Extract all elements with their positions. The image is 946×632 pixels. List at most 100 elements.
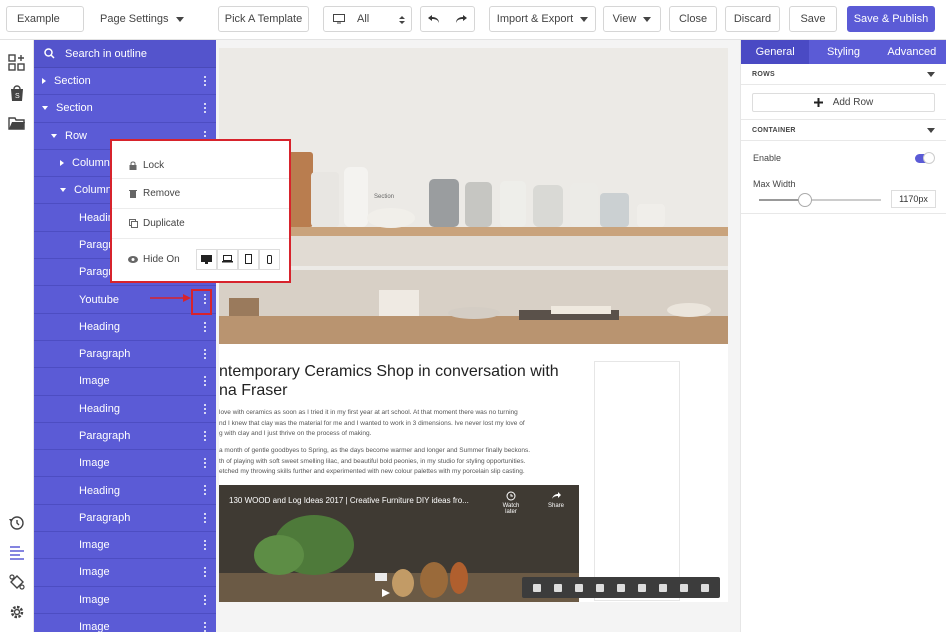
more-options-icon[interactable] bbox=[202, 76, 208, 88]
more-options-icon[interactable] bbox=[202, 458, 208, 470]
section-label: Section bbox=[374, 194, 394, 200]
more-options-icon[interactable] bbox=[202, 376, 208, 388]
more-options-icon[interactable] bbox=[202, 567, 208, 579]
trash-icon[interactable] bbox=[574, 583, 583, 592]
max-width-slider[interactable] bbox=[759, 193, 881, 207]
article-paragraph-1[interactable]: love with ceramics as soon as I tried it… bbox=[219, 408, 579, 440]
slider-knob[interactable] bbox=[798, 193, 813, 207]
search-icon bbox=[44, 48, 55, 59]
remove-menu-item[interactable]: Remove bbox=[112, 179, 289, 209]
save-icon[interactable] bbox=[638, 583, 647, 592]
chevron-right-icon[interactable] bbox=[42, 78, 46, 85]
container-section-header[interactable]: CONTAINER bbox=[741, 120, 946, 141]
outline-item-label: Column bbox=[74, 184, 112, 197]
outline-item-label: Section bbox=[56, 102, 93, 115]
enable-toggle[interactable] bbox=[915, 152, 935, 164]
more-options-icon[interactable] bbox=[202, 348, 208, 361]
article-title[interactable]: ntemporary Ceramics Shop in conversation… bbox=[219, 362, 589, 400]
outline-item-paragraph[interactable]: Paragraph bbox=[34, 505, 216, 533]
outline-icon[interactable] bbox=[8, 543, 26, 561]
pick-template-button[interactable]: Pick A Template bbox=[218, 6, 309, 32]
lock-menu-item[interactable]: Lock bbox=[112, 153, 289, 179]
undo-icon[interactable] bbox=[428, 14, 440, 24]
outline-item-image[interactable]: Image bbox=[34, 450, 216, 478]
share-button[interactable]: Share bbox=[544, 491, 568, 509]
history-icon[interactable] bbox=[8, 514, 26, 532]
close-button[interactable]: Close bbox=[669, 6, 717, 32]
chevron-down-icon[interactable] bbox=[42, 106, 48, 111]
watch-later-button[interactable]: Watch later bbox=[499, 491, 523, 515]
more-options-icon[interactable] bbox=[202, 430, 208, 443]
hide-desktop-button[interactable] bbox=[195, 248, 217, 270]
more-options-icon[interactable] bbox=[202, 485, 208, 497]
chevron-right-icon[interactable] bbox=[60, 160, 64, 167]
copy-icon[interactable] bbox=[553, 583, 562, 592]
outline-item-label: Heading bbox=[79, 484, 120, 497]
hide-on-devices bbox=[195, 248, 280, 270]
outline-item-heading[interactable]: Heading bbox=[34, 396, 216, 423]
gear-icon[interactable] bbox=[8, 603, 26, 621]
outline-search[interactable]: Search in outline bbox=[34, 40, 216, 68]
tab-advanced[interactable]: Advanced bbox=[877, 40, 946, 64]
article-paragraph-2[interactable]: a month of gentle goodbyes to Spring, as… bbox=[219, 446, 579, 478]
outline-item-paragraph[interactable]: Paragraph bbox=[34, 423, 216, 451]
pick-template-label: Pick A Template bbox=[224, 13, 303, 25]
outline-item-image[interactable]: Image bbox=[34, 559, 216, 587]
outline-item-image[interactable]: Image bbox=[34, 368, 216, 396]
sidebar-column[interactable] bbox=[594, 361, 680, 601]
page-name-input[interactable]: Example bbox=[6, 6, 84, 32]
outline-item-paragraph[interactable]: Paragraph bbox=[34, 341, 216, 369]
move-icon[interactable] bbox=[532, 583, 541, 592]
more-options-icon[interactable] bbox=[202, 103, 208, 115]
hide-mobile-button[interactable] bbox=[258, 248, 280, 270]
pointer-arrow-icon bbox=[150, 294, 191, 302]
chevron-down-icon[interactable] bbox=[60, 188, 66, 193]
shopify-bag-icon[interactable]: S bbox=[8, 84, 26, 102]
paste-icon[interactable] bbox=[659, 583, 668, 592]
outline-item-heading[interactable]: Heading bbox=[34, 477, 216, 505]
more-options-icon[interactable] bbox=[202, 594, 208, 607]
duplicate-menu-item[interactable]: Duplicate bbox=[112, 209, 289, 239]
add-row-button[interactable]: Add Row bbox=[752, 93, 935, 112]
discard-label: Discard bbox=[733, 13, 772, 25]
global-styles-icon[interactable] bbox=[8, 573, 26, 591]
hide-laptop-button[interactable] bbox=[216, 248, 238, 270]
import-export-dropdown[interactable]: Import & Export bbox=[489, 6, 596, 32]
duplicate-icon[interactable] bbox=[680, 583, 689, 592]
discard-button[interactable]: Discard bbox=[725, 6, 780, 32]
duplicate-label: Duplicate bbox=[143, 218, 185, 229]
lock-icon[interactable] bbox=[595, 583, 604, 592]
view-dropdown[interactable]: View bbox=[603, 6, 661, 32]
hide-tablet-button[interactable] bbox=[237, 248, 259, 270]
device-select[interactable]: All bbox=[323, 6, 412, 32]
save-button[interactable]: Save bbox=[789, 6, 837, 32]
outline-item-image[interactable]: Image bbox=[34, 532, 216, 560]
outline-item-label: Paragraph bbox=[79, 511, 131, 524]
hero-image[interactable]: Section bbox=[219, 48, 728, 344]
rows-section-header[interactable]: ROWS bbox=[741, 64, 946, 85]
eye-icon bbox=[128, 254, 138, 264]
outline-item-label: Row bbox=[65, 129, 88, 142]
more-options-icon[interactable] bbox=[202, 621, 208, 632]
more-options-icon[interactable] bbox=[202, 321, 208, 334]
more-options-icon[interactable] bbox=[202, 540, 208, 552]
outline-item-section[interactable]: Section bbox=[34, 95, 216, 123]
outline-item-image[interactable]: Image bbox=[34, 587, 216, 614]
chevron-down-icon[interactable] bbox=[51, 133, 57, 138]
tab-styling[interactable]: Styling bbox=[809, 40, 878, 64]
save-publish-button[interactable]: Save & Publish bbox=[847, 6, 935, 32]
folder-icon[interactable] bbox=[8, 114, 26, 132]
tab-general[interactable]: General bbox=[741, 40, 810, 64]
page-settings-dropdown[interactable]: Page Settings bbox=[100, 6, 184, 32]
outline-item-section[interactable]: Section bbox=[34, 68, 216, 96]
video-title: 130 WOOD and Log Ideas 2017 | Creative F… bbox=[229, 495, 469, 505]
redo-icon[interactable] bbox=[455, 14, 467, 24]
add-elements-icon[interactable] bbox=[8, 54, 26, 72]
edit-icon[interactable] bbox=[616, 583, 625, 592]
download-icon[interactable] bbox=[701, 583, 710, 592]
outline-item-image[interactable]: Image bbox=[34, 614, 216, 632]
more-options-icon[interactable] bbox=[202, 403, 208, 416]
outline-item-heading[interactable]: Heading bbox=[34, 314, 216, 341]
max-width-input[interactable]: 1170px bbox=[891, 190, 936, 208]
more-options-icon[interactable] bbox=[202, 512, 208, 525]
